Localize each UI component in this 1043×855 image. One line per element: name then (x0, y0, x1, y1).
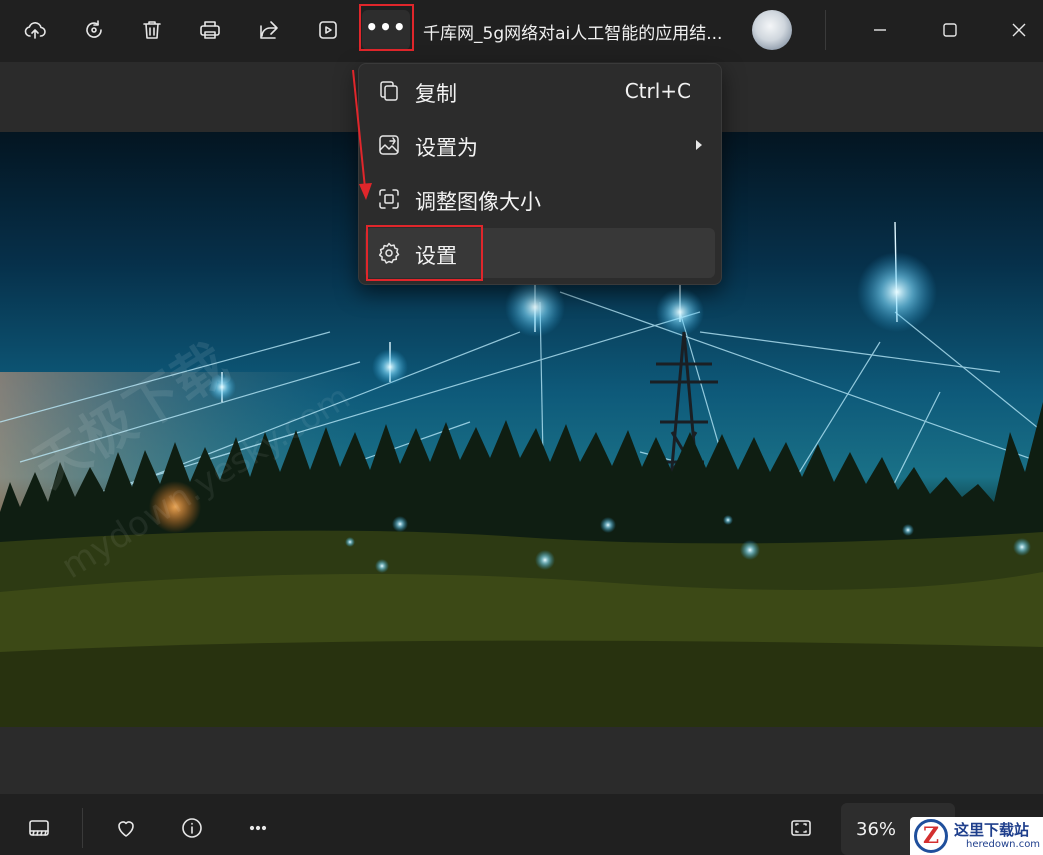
share-button[interactable] (248, 10, 290, 50)
canvas-bottom-padding (0, 727, 1043, 794)
fit-to-window-icon (791, 820, 811, 836)
trash-icon (143, 21, 161, 39)
share-icon (260, 21, 278, 39)
brand-url: heredown.com (966, 839, 1041, 850)
filmstrip-button[interactable] (21, 810, 57, 846)
brand-logo: Z (914, 819, 948, 853)
fit-window-button[interactable] (783, 810, 819, 846)
slideshow-icon (319, 21, 337, 39)
filmstrip-icon (29, 820, 49, 836)
slideshow-button[interactable] (307, 10, 349, 50)
more-options-menu: 复制 Ctrl+C 设置为 调整图像大小 设置 (358, 63, 722, 285)
file-title: 千库网_5g网络对ai人工智能的应用结... (423, 24, 723, 44)
copy-icon (380, 81, 398, 101)
menu-item-resize[interactable]: 调整图像大小 (365, 174, 715, 224)
minimize-icon (874, 29, 886, 31)
maximize-icon (943, 23, 957, 37)
close-button[interactable] (1002, 14, 1036, 46)
print-icon (200, 21, 220, 39)
minimize-button[interactable] (863, 14, 897, 46)
menu-item-copy[interactable]: 复制 Ctrl+C (365, 66, 715, 116)
menu-item-shortcut: Ctrl+C (624, 79, 691, 103)
upload-button[interactable] (14, 10, 56, 50)
heart-icon (118, 821, 134, 837)
upload-cloud-icon (24, 21, 46, 39)
brand-watermark: Z 这里下载站 heredown.com (910, 817, 1043, 855)
more-horizontal-icon (249, 825, 267, 831)
chevron-right-icon (696, 140, 702, 150)
info-icon (182, 818, 202, 838)
more-icon: ••• (365, 15, 407, 39)
favorite-button[interactable] (108, 810, 144, 846)
menu-item-label: 复制 (415, 82, 457, 106)
menu-item-label: 设置为 (415, 136, 478, 160)
close-icon (1012, 23, 1026, 37)
print-button[interactable] (189, 10, 231, 50)
brand-name: 这里下载站 (954, 821, 1030, 839)
resize-icon (379, 189, 399, 209)
info-button[interactable] (174, 810, 210, 846)
avatar[interactable] (752, 10, 792, 50)
rotate-button[interactable] (73, 10, 115, 50)
rotate-icon (86, 20, 102, 38)
gear-icon (378, 242, 400, 264)
toolbar-divider (825, 10, 826, 50)
menu-item-label: 调整图像大小 (415, 190, 541, 214)
menu-item-settings[interactable]: 设置 (365, 228, 715, 278)
menu-item-label: 设置 (415, 244, 457, 268)
more-button[interactable]: ••• (362, 10, 410, 50)
bottom-more-button[interactable] (240, 810, 276, 846)
bottom-divider (82, 808, 83, 848)
set-as-icon (379, 135, 399, 155)
maximize-button[interactable] (933, 14, 967, 46)
delete-button[interactable] (131, 10, 173, 50)
menu-item-set-as[interactable]: 设置为 (365, 120, 715, 170)
